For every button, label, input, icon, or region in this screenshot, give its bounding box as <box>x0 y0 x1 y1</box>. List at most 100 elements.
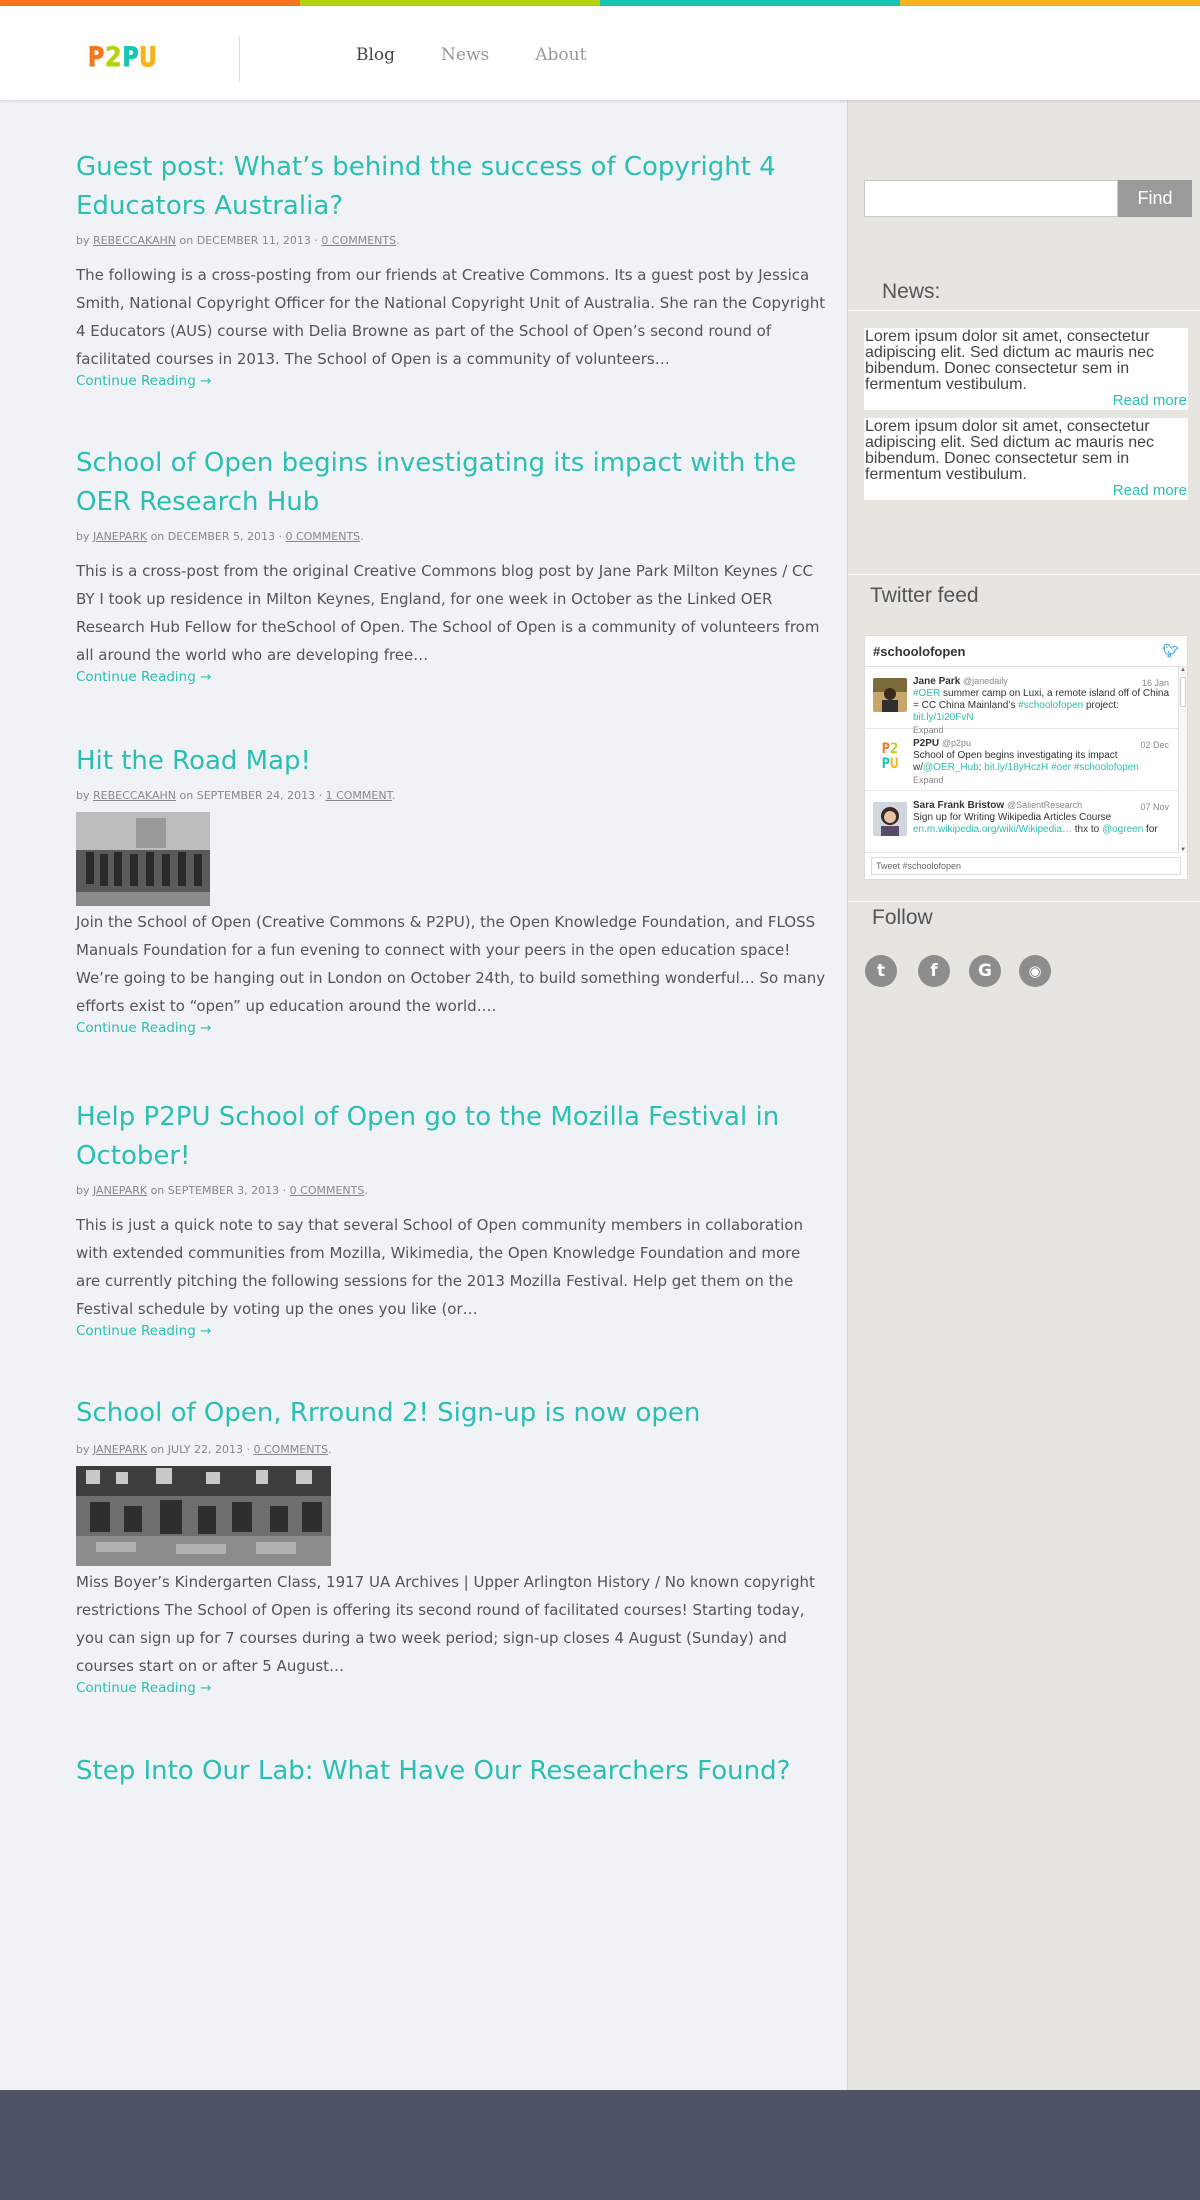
tweet[interactable]: P2 PU P2PU @p2pu 02 Dec School of Open be… <box>865 729 1187 791</box>
tweet-text: School of Open begins investigating its … <box>913 750 1175 774</box>
tweet-expand-link[interactable]: Expand <box>913 774 1175 786</box>
meta-by: by <box>76 789 90 802</box>
continue-reading-link[interactable]: Continue Reading → <box>76 373 826 389</box>
tweet-author[interactable]: P2PU <box>913 738 939 749</box>
post-thumbnail-image[interactable] <box>76 1466 331 1566</box>
continue-reading-link[interactable]: Continue Reading → <box>76 1323 826 1339</box>
meta-on: on <box>179 234 194 247</box>
meta-by: by <box>76 1443 90 1456</box>
tweet-text: Sign up for Writing Wikipedia Articles C… <box>913 812 1175 836</box>
tweet-link[interactable]: bit.ly/18yHczH #oer #schoolofopen <box>984 762 1139 773</box>
news-item-text: Lorem ipsum dolor sit amet, consectetur … <box>865 418 1155 483</box>
follow-heading: Follow <box>872 906 933 929</box>
blog-post: School of Open, Rrround 2! Sign-up is no… <box>76 1394 826 1696</box>
read-more-link[interactable]: Read more <box>865 393 1187 409</box>
google-icon[interactable]: G <box>969 955 1001 987</box>
meta-by: by <box>76 1184 90 1197</box>
tweet-list-scrollbar[interactable]: ▲ ▼ <box>1178 667 1187 853</box>
tweet-avatar[interactable] <box>873 802 907 836</box>
post-date: JULY 22, 2013 <box>167 1443 243 1456</box>
tweet-link[interactable]: @ogreen <box>1102 824 1143 835</box>
tweet-text-part: thx to <box>1071 824 1102 835</box>
nav-about[interactable]: About <box>535 45 586 65</box>
post-thumbnail-image[interactable] <box>76 812 210 906</box>
post-meta: by REBECCAKAHN on SEPTEMBER 24, 2013 · 1… <box>76 789 826 802</box>
tweet[interactable]: Jane Park @janedaily 16 Jan #OER summer … <box>865 667 1187 735</box>
find-button[interactable]: Find <box>1118 180 1192 217</box>
tweet-link[interactable]: #OER <box>913 688 940 699</box>
scroll-down-icon[interactable]: ▼ <box>1180 847 1186 853</box>
tweet-handle[interactable]: @SalientResearch <box>1007 800 1082 810</box>
logo-letter: P <box>87 42 106 74</box>
post-author-link[interactable]: REBECCAKAHN <box>93 789 176 802</box>
meta-by: by <box>76 234 90 247</box>
nav-news[interactable]: News <box>441 45 489 65</box>
tweet-link[interactable]: #schoolofopen <box>1018 700 1083 711</box>
tweet-date[interactable]: 02 Dec <box>1140 739 1169 751</box>
post-date: DECEMBER 5, 2013 <box>167 530 275 543</box>
post-author-link[interactable]: JANEPARK <box>93 1184 147 1197</box>
rss-icon[interactable]: ◉ <box>1019 955 1051 987</box>
tweet-link[interactable]: en.m.wikipedia.org/wiki/Wikipedia… <box>913 824 1072 835</box>
tweet-link[interactable]: bit.ly/1i20FvN <box>913 712 974 723</box>
twitter-icon[interactable]: t <box>865 955 897 987</box>
post-title[interactable]: Step Into Our Lab: What Have Our Researc… <box>76 1752 826 1791</box>
tweet-link[interactable]: @OER_Hub <box>923 762 979 773</box>
scroll-up-icon[interactable]: ▲ <box>1180 667 1186 673</box>
post-title[interactable]: School of Open begins investigating its … <box>76 444 826 522</box>
post-comments-link[interactable]: 0 COMMENTS <box>253 1443 328 1456</box>
news-item-text: Lorem ipsum dolor sit amet, consectetur … <box>865 328 1155 393</box>
sidebar-divider <box>848 574 1200 575</box>
post-comments-link[interactable]: 0 COMMENTS <box>321 234 396 247</box>
tweet-date[interactable]: 16 Jan <box>1142 677 1169 689</box>
tweet-compose-box[interactable]: Tweet #schoolofopen <box>871 857 1181 875</box>
tweet-list[interactable]: Jane Park @janedaily 16 Jan #OER summer … <box>865 667 1187 853</box>
continue-reading-link[interactable]: Continue Reading → <box>76 669 826 685</box>
meta-on: on <box>150 1443 165 1456</box>
meta-sep: · <box>314 234 318 247</box>
blog-post: School of Open begins investigating its … <box>76 444 826 685</box>
post-title[interactable]: Help P2PU School of Open go to the Mozil… <box>76 1098 826 1176</box>
twitter-bird-icon[interactable]: 🐦︎ <box>1162 643 1179 659</box>
tweet-handle[interactable]: @janedaily <box>963 676 1008 686</box>
news-heading: News: <box>882 280 941 303</box>
meta-end: . <box>396 234 400 247</box>
tweet-author[interactable]: Jane Park <box>913 676 960 687</box>
post-comments-link[interactable]: 1 COMMENT <box>326 789 392 802</box>
scrollbar-thumb[interactable] <box>1180 677 1186 707</box>
search-input[interactable] <box>864 180 1118 217</box>
post-title[interactable]: Hit the Road Map! <box>76 742 826 781</box>
post-author-link[interactable]: JANEPARK <box>93 1443 147 1456</box>
post-author-link[interactable]: JANEPARK <box>93 530 147 543</box>
post-meta: by JANEPARK on DECEMBER 5, 2013 · 0 COMM… <box>76 530 826 543</box>
tweet-date[interactable]: 07 Nov <box>1140 801 1169 813</box>
read-more-link[interactable]: Read more <box>865 483 1187 499</box>
nav-blog[interactable]: Blog <box>356 45 395 65</box>
continue-reading-link[interactable]: Continue Reading → <box>76 1680 826 1696</box>
p2pu-avatar[interactable]: P2 PU <box>873 740 907 774</box>
meta-end: . <box>364 1184 368 1197</box>
post-comments-link[interactable]: 0 COMMENTS <box>285 530 360 543</box>
tweet-author[interactable]: Sara Frank Bristow <box>913 800 1004 811</box>
p2pu-logo[interactable]: P2PU <box>87 42 158 74</box>
tweet-text-part: for <box>1143 824 1158 835</box>
logo-letter: U <box>139 42 158 74</box>
tweet-text-part: Sign up for Writing Wikipedia Articles C… <box>913 812 1112 823</box>
post-author-link[interactable]: REBECCAKAHN <box>93 234 176 247</box>
facebook-icon[interactable]: f <box>918 955 950 987</box>
post-title[interactable]: Guest post: What’s behind the success of… <box>76 148 826 226</box>
meta-end: . <box>360 530 364 543</box>
tweet-handle[interactable]: @p2pu <box>942 738 971 748</box>
post-title[interactable]: School of Open, Rrround 2! Sign-up is no… <box>76 1394 826 1433</box>
twitter-hashtag[interactable]: #schoolofopen <box>873 644 965 659</box>
meta-sep: · <box>278 530 282 543</box>
post-excerpt: This is a cross-post from the original C… <box>76 562 820 664</box>
blog-post: Step Into Our Lab: What Have Our Researc… <box>76 1752 826 1791</box>
post-date: SEPTEMBER 3, 2013 <box>167 1184 280 1197</box>
twitter-widget: #schoolofopen 🐦︎ Jane Park @janedaily 16… <box>864 635 1188 880</box>
tweet[interactable]: Sara Frank Bristow @SalientResearch 07 N… <box>865 791 1187 853</box>
continue-reading-link[interactable]: Continue Reading → <box>76 1020 826 1036</box>
tweet-avatar[interactable] <box>873 678 907 712</box>
post-comments-link[interactable]: 0 COMMENTS <box>290 1184 365 1197</box>
post-meta: by JANEPARK on SEPTEMBER 3, 2013 · 0 COM… <box>76 1184 826 1197</box>
